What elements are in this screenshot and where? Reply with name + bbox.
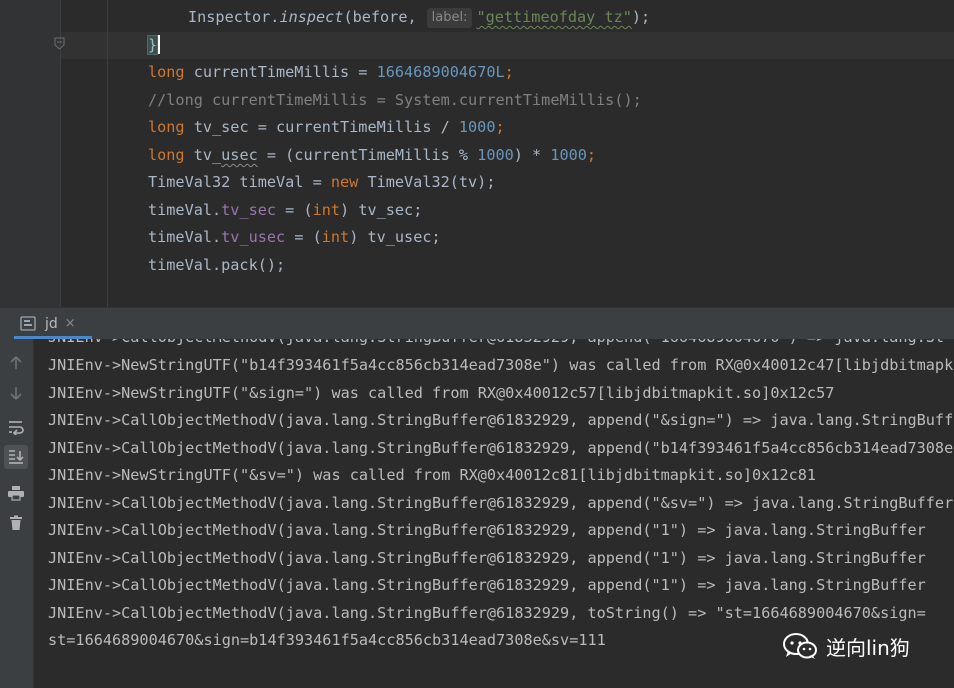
scroll-to-end-icon xyxy=(9,450,24,464)
scroll-down-icon xyxy=(10,387,22,400)
code-token: timeVal.pack(); xyxy=(148,256,286,274)
code-token-method: inspect xyxy=(279,8,344,26)
code-token-typo: usec xyxy=(221,146,258,164)
code-token: = (currentTimeMillis % xyxy=(257,146,478,164)
code-token: ) tv_sec; xyxy=(340,201,423,219)
soft-wrap-button[interactable] xyxy=(4,415,28,439)
console-line: JNIEnv->CallObjectMethodV(java.lang.Stri… xyxy=(48,494,954,512)
code-token-keyword: long xyxy=(148,63,185,81)
scroll-up-icon xyxy=(10,356,22,369)
code-token: currentTimeMillis = xyxy=(184,63,377,81)
console-line: JNIEnv->CallObjectMethodV(java.lang.Stri… xyxy=(48,411,954,429)
code-token-keyword: long xyxy=(148,118,185,136)
code-token: tv_ xyxy=(184,146,222,164)
run-config-icon xyxy=(20,315,36,331)
code-token: TimeVal32(tv); xyxy=(358,173,496,191)
code-line-comment[interactable]: //long currentTimeMillis = System.curren… xyxy=(148,87,642,114)
code-token-keyword: new xyxy=(330,173,359,191)
close-icon[interactable]: × xyxy=(65,316,76,331)
editor-gutter xyxy=(0,0,60,307)
console-line: JNIEnv->CallObjectMethodV(java.lang.Stri… xyxy=(48,339,944,351)
trash-icon xyxy=(10,515,22,530)
console-line: JNIEnv->NewStringUTF("&sv=") was called … xyxy=(48,466,817,484)
print-button[interactable] xyxy=(4,481,28,505)
matched-brace: } xyxy=(146,35,159,55)
console-line: JNIEnv->CallObjectMethodV(java.lang.Stri… xyxy=(48,521,926,539)
console-line: st=1664689004670&sign=b14f393461f5a4cc85… xyxy=(48,631,606,649)
run-tool-window-header: jd × xyxy=(0,307,954,339)
code-token-keyword: long xyxy=(148,146,185,164)
console-line: JNIEnv->CallObjectMethodV(java.lang.Stri… xyxy=(48,549,926,567)
indent-guide xyxy=(107,0,108,307)
code-token: TimeVal32 timeVal = xyxy=(148,173,331,191)
code-line[interactable]: long currentTimeMillis = 1664689004670L; xyxy=(148,59,514,86)
code-editor[interactable]: Inspector.inspect(before, label: "gettimeo… xyxy=(0,0,954,307)
console-line: JNIEnv->NewStringUTF("b14f393461f5a4cc85… xyxy=(48,356,954,374)
console-line: JNIEnv->CallObjectMethodV(java.lang.Stri… xyxy=(48,576,926,594)
code-line[interactable]: TimeVal32 timeVal = new TimeVal32(tv); xyxy=(148,169,495,196)
code-token: = ( xyxy=(276,201,313,219)
code-token-field: tv_usec xyxy=(221,228,286,246)
scroll-up-button[interactable] xyxy=(4,351,28,375)
code-token-keyword: int xyxy=(312,201,341,219)
code-token: timeVal. xyxy=(148,228,222,246)
watermark: 逆向lin狗 xyxy=(782,630,910,662)
code-token: ; xyxy=(504,63,514,81)
code-token-number: 1000 xyxy=(550,146,587,164)
code-token-number: 1000 xyxy=(458,118,496,136)
code-line[interactable]: } xyxy=(146,32,161,59)
code-line[interactable]: long tv_usec = (currentTimeMillis % 1000… xyxy=(148,142,596,169)
scroll-down-button[interactable] xyxy=(4,381,28,405)
scroll-to-end-button[interactable] xyxy=(4,445,28,469)
console-line: JNIEnv->CallObjectMethodV(java.lang.Stri… xyxy=(48,604,926,622)
code-token: ; xyxy=(586,146,597,164)
parameter-hint: label: xyxy=(426,8,473,28)
code-token-number: 1000 xyxy=(477,146,514,164)
code-line[interactable]: timeVal.tv_usec = (int) tv_usec; xyxy=(148,224,441,251)
tab-label: jd xyxy=(45,315,58,332)
code-line[interactable]: Inspector.inspect(before, label: "gettimeo… xyxy=(188,4,650,31)
code-line[interactable]: long tv_sec = currentTimeMillis / 1000; xyxy=(148,114,505,141)
clear-all-button[interactable] xyxy=(4,511,28,535)
code-token: Inspector. xyxy=(188,8,280,26)
code-token-keyword: int xyxy=(321,228,350,246)
code-token: ) tv_usec; xyxy=(349,228,441,246)
fold-marker-icon[interactable] xyxy=(54,37,65,50)
console-line: JNIEnv->NewStringUTF("&sign=") was calle… xyxy=(48,384,835,402)
code-token: timeVal. xyxy=(148,201,222,219)
code-line[interactable]: timeVal.tv_sec = (int) tv_sec; xyxy=(148,197,422,224)
wechat-icon xyxy=(783,633,817,659)
code-token: = ( xyxy=(285,228,322,246)
code-token: ; xyxy=(495,118,505,136)
console-toolbar xyxy=(0,339,34,688)
soft-wrap-icon xyxy=(9,421,24,435)
console-line: JNIEnv->CallObjectMethodV(java.lang.Stri… xyxy=(48,439,954,457)
code-token: ) * xyxy=(513,146,551,164)
print-icon xyxy=(8,486,24,501)
code-token: tv_sec = currentTimeMillis / xyxy=(184,118,459,136)
watermark-text: 逆向lin狗 xyxy=(826,635,910,660)
code-token: ); xyxy=(631,8,651,26)
code-token-field: tv_sec xyxy=(221,201,277,219)
code-token-number: 1664689004670L xyxy=(376,63,505,81)
current-line-highlight xyxy=(61,32,954,59)
code-token: (before, xyxy=(343,8,417,26)
text-caret xyxy=(158,35,161,54)
code-line[interactable]: timeVal.pack(); xyxy=(148,252,285,279)
tab-jd[interactable]: jd × xyxy=(20,308,76,339)
code-token-string: "gettimeofday tz" xyxy=(476,8,632,26)
